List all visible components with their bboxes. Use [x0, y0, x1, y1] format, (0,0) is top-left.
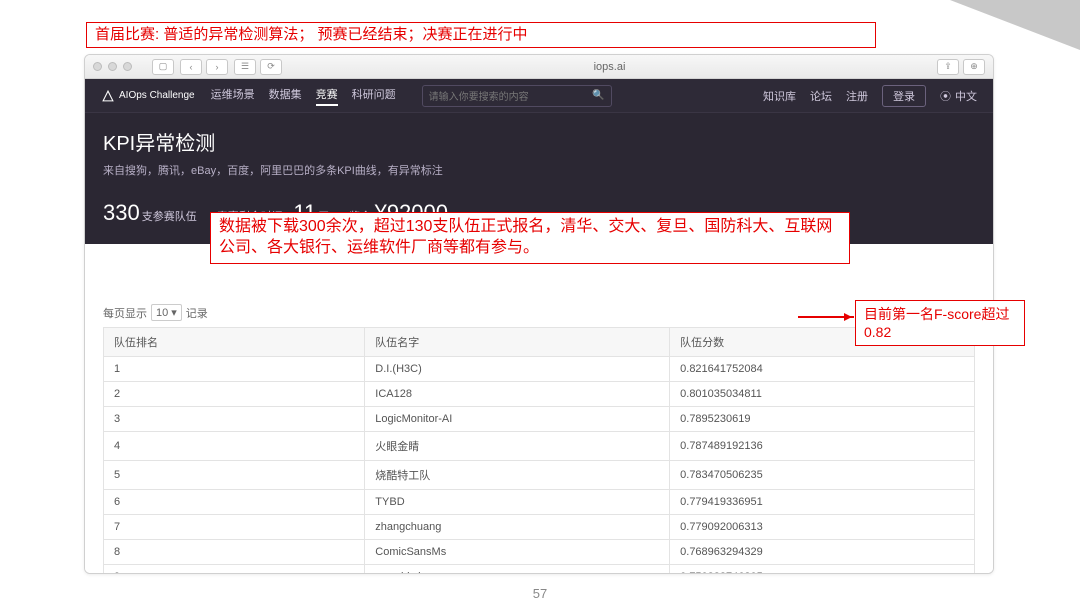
cell-name: 烧酷特工队: [365, 461, 670, 490]
table-row: 8ComicSansMs0.768963294329: [104, 540, 975, 565]
cell-name: D.I.(H3C): [365, 357, 670, 382]
slide-corner-decoration: [950, 0, 1080, 50]
cell-rank: 4: [104, 432, 365, 461]
search-icon: 🔍: [592, 90, 604, 101]
right-annotation: 目前第一名F-score超过0.82: [855, 300, 1025, 346]
per-page-select[interactable]: 10 ▾: [151, 304, 182, 321]
col-team: 队伍名字: [365, 328, 670, 357]
window-close-dot[interactable]: [93, 62, 102, 71]
cell-name: ComicSansMs: [365, 540, 670, 565]
language-switch[interactable]: ⦿ 中文: [940, 88, 977, 104]
cell-rank: 8: [104, 540, 365, 565]
slide-page-number: 57: [0, 586, 1080, 601]
window-max-dot[interactable]: [123, 62, 132, 71]
table-header-row: 队伍排名 队伍名字 队伍分数: [104, 328, 975, 357]
cell-name: ICA128: [365, 382, 670, 407]
sidebar-toggle-button[interactable]: ▢: [152, 59, 174, 75]
tabs-button[interactable]: ⊕: [963, 59, 985, 75]
cell-rank: 9: [104, 565, 365, 574]
col-rank: 队伍排名: [104, 328, 365, 357]
cell-name: zhangchuang: [365, 515, 670, 540]
cell-name: LogicMonitor-AI: [365, 407, 670, 432]
language-label: 中文: [955, 88, 977, 104]
cell-rank: 3: [104, 407, 365, 432]
login-button[interactable]: 登录: [882, 85, 926, 107]
cell-score: 0.768963294329: [670, 540, 975, 565]
address-bar[interactable]: iops.ai: [288, 61, 931, 73]
nav-link-forum[interactable]: 论坛: [810, 88, 832, 104]
page-subtitle: 来自搜狗，腾讯，eBay，百度，阿里巴巴的多条KPI曲线，有异常标注: [103, 162, 975, 178]
cell-rank: 6: [104, 490, 365, 515]
top-navigation: AIOps Challenge 运维场景 数据集 竞赛 科研问题 请输入你要搜索…: [85, 79, 993, 113]
table-row: 3LogicMonitor-AI0.7895230619: [104, 407, 975, 432]
nav-search: 请输入你要搜索的内容 🔍: [422, 85, 612, 107]
nav-link-research[interactable]: 科研问题: [352, 86, 396, 106]
cell-score: 0.750233746805: [670, 565, 975, 574]
cell-name: TYBD: [365, 490, 670, 515]
table-row: 4火眼金睛0.787489192136: [104, 432, 975, 461]
teams-count-value: 330: [103, 200, 140, 225]
nav-links: 运维场景 数据集 竞赛 科研问题: [211, 86, 396, 106]
window-min-dot[interactable]: [108, 62, 117, 71]
leaderboard-table: 队伍排名 队伍名字 队伍分数 1D.I.(H3C)0.8216417520842…: [103, 327, 975, 573]
nav-link-dataset[interactable]: 数据集: [269, 86, 302, 106]
per-page-suffix: 记录: [186, 305, 208, 321]
page-title: KPI异常检测: [103, 127, 975, 156]
cell-rank: 5: [104, 461, 365, 490]
table-row: 1D.I.(H3C)0.821641752084: [104, 357, 975, 382]
cell-score: 0.821641752084: [670, 357, 975, 382]
cell-rank: 7: [104, 515, 365, 540]
reader-button[interactable]: ☰: [234, 59, 256, 75]
nav-link-competition[interactable]: 竞赛: [316, 86, 338, 106]
cell-name: wenchi zhang: [365, 565, 670, 574]
table-body: 1D.I.(H3C)0.8216417520842ICA1280.8010350…: [104, 357, 975, 574]
site-logo[interactable]: AIOps Challenge: [101, 89, 195, 103]
browser-chrome: ▢ ‹ › ☰ ⟳ iops.ai ⇪ ⊕: [85, 55, 993, 79]
reload-button[interactable]: ⟳: [260, 59, 282, 75]
nav-link-knowledge[interactable]: 知识库: [763, 88, 796, 104]
cell-score: 0.787489192136: [670, 432, 975, 461]
register-link[interactable]: 注册: [846, 88, 868, 104]
cell-rank: 1: [104, 357, 365, 382]
cell-score: 0.783470506235: [670, 461, 975, 490]
middle-annotation: 数据被下载300余次，超过130支队伍正式报名，清华、交大、复旦、国防科大、互联…: [210, 212, 850, 264]
search-placeholder: 请输入你要搜索的内容: [429, 88, 529, 103]
top-annotation: 首届比赛: 普适的异常检测算法； 预赛已经结束；决赛正在进行中: [86, 22, 876, 48]
leaderboard-section: 每页显示 10 ▾ 记录 队伍排名 队伍名字 队伍分数: [85, 244, 993, 573]
logo-text: AIOps Challenge: [119, 90, 195, 101]
table-row: 6TYBD0.779419336951: [104, 490, 975, 515]
forward-button[interactable]: ›: [206, 59, 228, 75]
cell-score: 0.7895230619: [670, 407, 975, 432]
globe-icon: ⦿: [940, 88, 951, 104]
table-row: 9wenchi zhang0.750233746805: [104, 565, 975, 574]
arrow-annotation: [798, 316, 854, 318]
search-input[interactable]: 请输入你要搜索的内容 🔍: [422, 85, 612, 107]
per-page-prefix: 每页显示: [103, 305, 147, 321]
cell-score: 0.779419336951: [670, 490, 975, 515]
back-button[interactable]: ‹: [180, 59, 202, 75]
cell-rank: 2: [104, 382, 365, 407]
teams-count-label: 支参赛队伍: [142, 211, 197, 223]
share-button[interactable]: ⇪: [937, 59, 959, 75]
table-row: 2ICA1280.801035034811: [104, 382, 975, 407]
table-row: 7zhangchuang0.779092006313: [104, 515, 975, 540]
nav-link-scenario[interactable]: 运维场景: [211, 86, 255, 106]
nav-right: 知识库 论坛 注册 登录 ⦿ 中文: [763, 85, 977, 107]
table-row: 5烧酷特工队0.783470506235: [104, 461, 975, 490]
cell-score: 0.801035034811: [670, 382, 975, 407]
per-page-value: 10: [156, 307, 168, 319]
chevron-down-icon: ▾: [171, 306, 177, 319]
logo-icon: [101, 89, 115, 103]
cell-name: 火眼金睛: [365, 432, 670, 461]
cell-score: 0.779092006313: [670, 515, 975, 540]
